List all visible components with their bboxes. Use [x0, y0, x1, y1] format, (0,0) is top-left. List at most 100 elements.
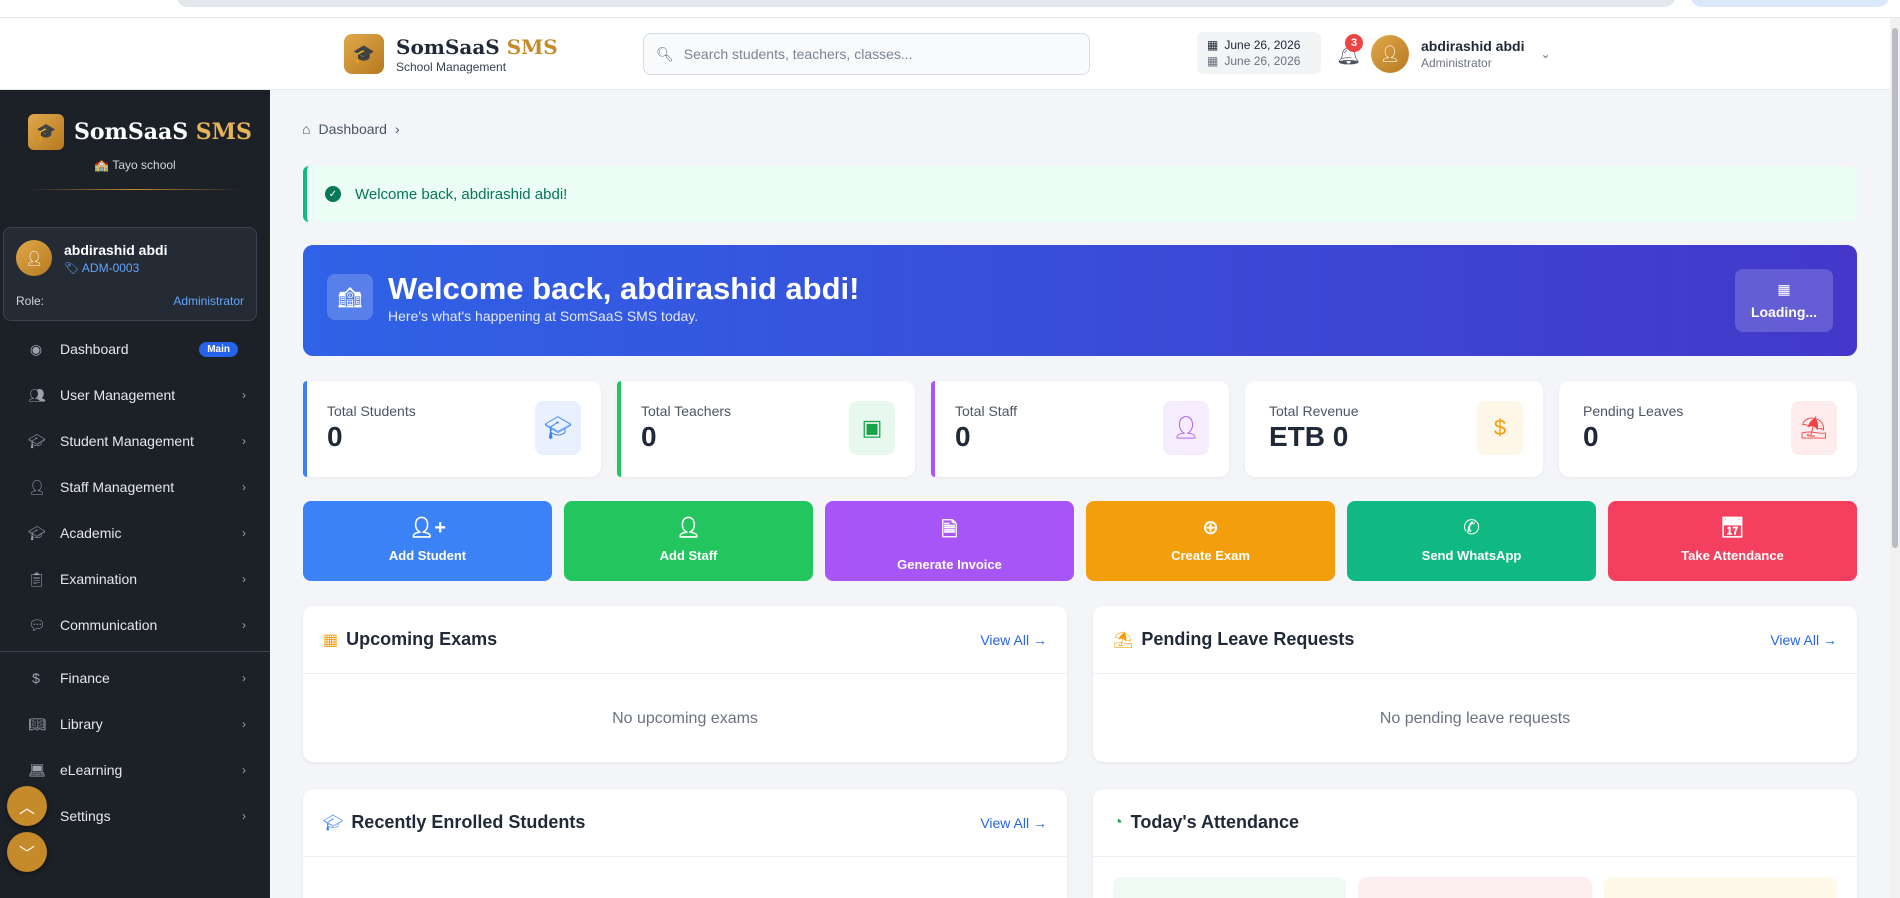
browser-action-pill[interactable]	[1690, 0, 1890, 7]
stat-total-revenue[interactable]: Total Revenue ETB 0 $	[1245, 381, 1543, 477]
scroll-up-button[interactable]: ︿	[7, 786, 47, 826]
search-icon: 🔍︎	[656, 45, 674, 62]
stat-total-teachers[interactable]: Total Teachers 0 ▣	[617, 381, 915, 477]
user-plus-icon: 👤︎+	[408, 517, 447, 539]
stat-accent	[931, 381, 935, 477]
pending-leaves-panel: ⛱︎ Pending Leave Requests View All → No …	[1093, 606, 1857, 762]
user-role: Administrator	[1421, 56, 1492, 70]
topbar: 🎓 SomSaaS SMS School Management 🔍︎ ▦June…	[0, 18, 1890, 90]
sidebar-item-communication[interactable]: 💬︎ Communication ›	[0, 602, 270, 648]
role-label: Role:	[16, 294, 45, 308]
view-all-exams-link[interactable]: View All →	[980, 632, 1047, 648]
calendar-icon: ▦	[323, 631, 339, 649]
quick-actions: 👤︎+ Add Student 👤︎ Add Staff 🗎︎ Generate…	[303, 501, 1857, 581]
profile-name: abdirashid abdi	[64, 242, 168, 258]
breadcrumb: ⌂ Dashboard ›	[302, 121, 400, 137]
whatsapp-icon: ✆	[1463, 517, 1480, 539]
sidebar-item-user-management[interactable]: 👥︎ User Management ›	[0, 372, 270, 418]
stat-accent	[617, 381, 621, 477]
sidebar-nav: ◉ Dashboard Main 👥︎ User Management › 🎓︎…	[0, 326, 270, 839]
view-all-leaves-link[interactable]: View All →	[1770, 632, 1837, 648]
search-box: 🔍︎	[643, 33, 1090, 75]
school-icon: 🏫︎	[327, 274, 373, 320]
calendar-icon: ▦	[1207, 54, 1219, 68]
scrollbar-thumb[interactable]	[1892, 28, 1898, 548]
create-exam-button[interactable]: ⊕ Create Exam	[1086, 501, 1335, 581]
todays-attendance-panel: ◔ Today's Attendance	[1093, 789, 1857, 898]
chevron-up-icon: ︿	[18, 800, 35, 817]
sidebar: 🎓 SomSaaS SMS 🏫 Tayo school 👤︎ abdirashi…	[0, 90, 270, 898]
empty-state: No pending leave requests	[1379, 710, 1571, 727]
graduate-icon: 🎓︎	[535, 401, 581, 455]
user-menu[interactable]: 👤︎ abdirashid abdi Administrator ⌄	[1371, 35, 1551, 73]
browser-address-pill[interactable]	[176, 0, 1676, 7]
sidebar-item-staff-management[interactable]: 👤︎ Staff Management ›	[0, 464, 270, 510]
send-whatsapp-button[interactable]: ✆ Send WhatsApp	[1347, 501, 1596, 581]
users-icon: 👥︎	[28, 386, 46, 403]
sidebar-brand[interactable]: 🎓 SomSaaS SMS	[28, 114, 252, 150]
stat-accent	[303, 381, 307, 477]
main-badge: Main	[199, 341, 238, 357]
empty-state: No upcoming exams	[612, 710, 758, 727]
sidebar-item-dashboard[interactable]: ◉ Dashboard Main	[0, 326, 270, 372]
topbar-brand[interactable]: 🎓 SomSaaS SMS School Management	[344, 34, 558, 74]
browser-strip	[0, 0, 1900, 18]
upcoming-exams-panel: ▦ Upcoming Exams View All → No upcoming …	[303, 606, 1067, 762]
alert-text: Welcome back, abdirashid abdi!	[355, 185, 568, 203]
add-staff-button[interactable]: 👤︎ Add Staff	[564, 501, 813, 581]
profile-id: 🏷︎ ADM-0003	[64, 261, 140, 275]
calendar-icon: ▦	[1207, 38, 1219, 52]
attendance-late-card	[1603, 877, 1837, 898]
stat-total-students[interactable]: Total Students 0 🎓︎	[303, 381, 601, 477]
graduation-cap-icon: 🎓	[28, 114, 64, 150]
date-widget: ▦ Loading...	[1735, 269, 1833, 332]
user-tie-icon: 👤︎	[1163, 401, 1209, 455]
dollar-icon: $	[32, 670, 40, 686]
calendar-icon: ▦	[1777, 281, 1791, 297]
sidebar-item-library[interactable]: 📖︎ Library ›	[0, 701, 270, 747]
sidebar-item-elearning[interactable]: 💻︎ eLearning ›	[0, 747, 270, 793]
cap-icon: 🎓︎	[28, 524, 46, 541]
page-scrollbar[interactable]	[1890, 18, 1900, 898]
generate-invoice-button[interactable]: 🗎︎ Generate Invoice	[825, 501, 1074, 581]
chevron-right-icon: ›	[242, 480, 246, 494]
home-icon[interactable]: ⌂	[302, 121, 310, 137]
chevron-down-icon[interactable]: ⌄	[1540, 47, 1550, 61]
user-avatar-icon: 👤︎	[1371, 35, 1409, 73]
attendance-absent-card	[1358, 877, 1592, 898]
sidebar-item-finance[interactable]: $ Finance ›	[0, 655, 270, 701]
welcome-banner: 🏫︎ Welcome back, abdirashid abdi! Here's…	[303, 245, 1857, 356]
sidebar-item-examination[interactable]: 📋︎ Examination ›	[0, 556, 270, 602]
add-student-button[interactable]: 👤︎+ Add Student	[303, 501, 552, 581]
school-name: 🏫 Tayo school	[94, 158, 176, 172]
check-circle-icon: ✓	[325, 186, 341, 202]
breadcrumb-dashboard[interactable]: Dashboard	[318, 121, 387, 137]
welcome-alert: ✓ Welcome back, abdirashid abdi!	[303, 166, 1857, 222]
graduation-cap-icon: 🎓	[344, 34, 384, 74]
search-input[interactable]	[683, 46, 1064, 62]
welcome-title: Welcome back, abdirashid abdi!	[388, 271, 860, 306]
view-all-students-link[interactable]: View All →	[980, 815, 1047, 831]
clock-icon: ◔	[1113, 813, 1123, 831]
calendar-check-icon: 📅︎	[1719, 517, 1746, 539]
sidebar-item-student-management[interactable]: 🎓︎ Student Management ›	[0, 418, 270, 464]
stat-total-staff[interactable]: Total Staff 0 👤︎	[931, 381, 1229, 477]
user-profile-card: 👤︎ abdirashid abdi 🏷︎ ADM-0003 Role: Adm…	[3, 227, 257, 321]
notification-badge: 3	[1345, 34, 1363, 52]
chevron-right-icon: ›	[242, 572, 246, 586]
chevron-down-icon: ﹀	[18, 846, 35, 863]
chevron-right-icon: ›	[394, 121, 400, 137]
book-icon: 📖︎	[28, 715, 46, 732]
scroll-down-button[interactable]: ﹀	[7, 832, 47, 872]
attendance-present-card	[1113, 877, 1347, 898]
sidebar-item-academic[interactable]: 🎓︎ Academic ›	[0, 510, 270, 556]
take-attendance-button[interactable]: 📅︎ Take Attendance	[1608, 501, 1857, 581]
role-value: Administrator	[173, 294, 244, 308]
stat-pending-leaves[interactable]: Pending Leaves 0 ⛱︎	[1559, 381, 1857, 477]
main-content: ⌂ Dashboard › ✓ Welcome back, abdirashid…	[270, 90, 1890, 898]
chevron-right-icon: ›	[242, 526, 246, 540]
plus-circle-icon: ⊕	[1202, 517, 1219, 539]
laptop-icon: 💻︎	[28, 761, 46, 778]
chevron-right-icon: ›	[242, 618, 246, 632]
umbrella-beach-icon: ⛱︎	[1791, 401, 1837, 455]
